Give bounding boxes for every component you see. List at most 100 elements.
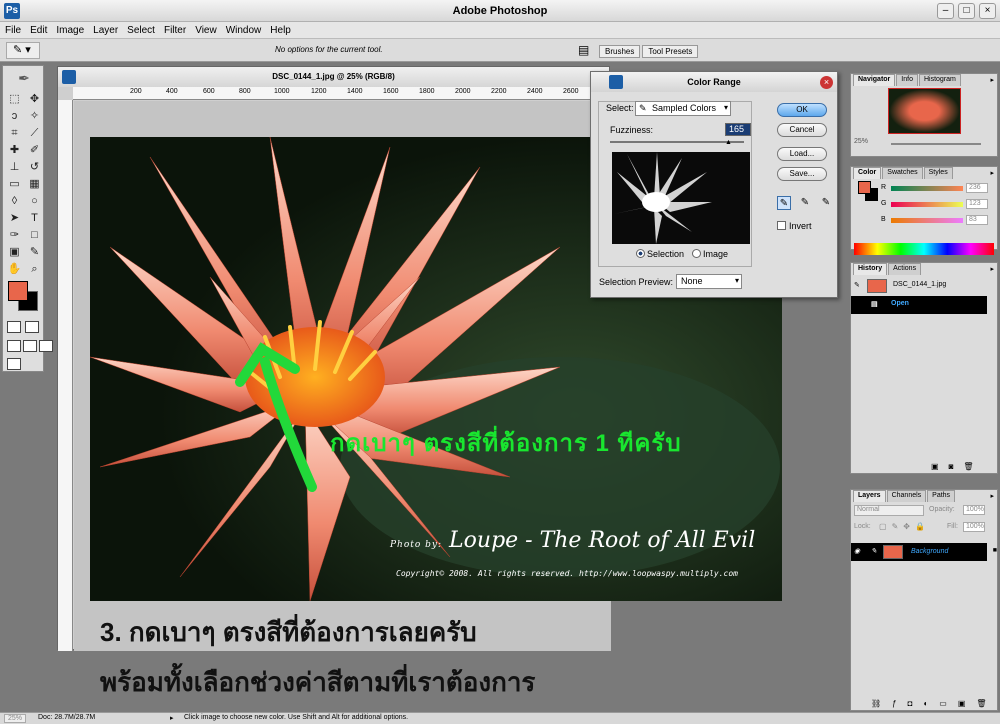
slice-tool-icon[interactable]: ⟋ xyxy=(26,126,43,140)
fuzziness-slider[interactable] xyxy=(610,141,744,143)
invert-checkbox[interactable]: Invert xyxy=(777,221,812,231)
channel-b-value[interactable]: 83 xyxy=(966,215,988,225)
menu-window[interactable]: Window xyxy=(226,25,262,36)
lock-transparent-icon[interactable]: ▢ xyxy=(879,522,887,531)
healing-brush-icon[interactable]: ✚ xyxy=(6,143,23,157)
standard-mode-icon[interactable] xyxy=(7,321,21,333)
notes-tool-icon[interactable]: ▣ xyxy=(6,245,23,259)
eyedropper-icon[interactable]: ✎ xyxy=(777,196,791,210)
tab-history[interactable]: History xyxy=(853,263,888,275)
selection-radio[interactable]: Selection xyxy=(636,249,684,259)
tab-channels[interactable]: Channels xyxy=(886,490,927,502)
channel-g-value[interactable]: 123 xyxy=(966,199,988,209)
menu-image[interactable]: Image xyxy=(56,25,84,36)
close-button[interactable]: × xyxy=(979,3,996,19)
new-layer-icon[interactable]: ▣ xyxy=(958,699,966,708)
crop-tool-icon[interactable]: ⌗ xyxy=(6,126,23,140)
blur-tool-icon[interactable]: ◊ xyxy=(6,194,23,208)
magic-wand-icon[interactable]: ✧ xyxy=(26,109,43,123)
screen-mode-full-icon[interactable] xyxy=(39,340,53,352)
tab-swatches[interactable]: Swatches xyxy=(882,167,923,179)
lasso-tool-icon[interactable]: ↄ xyxy=(6,109,23,123)
dodge-tool-icon[interactable]: ○ xyxy=(26,194,43,208)
tab-histogram[interactable]: Histogram xyxy=(918,74,961,86)
navigator-zoom-slider[interactable] xyxy=(891,143,981,145)
lock-position-icon[interactable]: ✥ xyxy=(903,522,910,531)
history-brush-icon[interactable]: ↺ xyxy=(26,160,43,174)
status-zoom[interactable]: 25% xyxy=(4,714,27,723)
menu-layer[interactable]: Layer xyxy=(93,25,118,36)
lock-all-icon[interactable]: 🔒 xyxy=(915,522,925,531)
layer-row[interactable]: ◉ ✎ Background ■ xyxy=(851,543,997,561)
dialog-title-bar[interactable]: Color Range × xyxy=(591,72,837,92)
quick-mask-mode-icon[interactable] xyxy=(25,321,39,333)
eyedropper-minus-icon[interactable]: ✎ xyxy=(819,196,833,210)
channel-b-slider[interactable] xyxy=(891,218,963,223)
dialog-close-icon[interactable]: × xyxy=(820,76,833,89)
delete-layer-icon[interactable]: 🗑 xyxy=(976,699,986,708)
channel-g-slider[interactable] xyxy=(891,202,963,207)
blend-mode-dropdown[interactable]: Normal xyxy=(854,505,924,516)
menu-edit[interactable]: Edit xyxy=(30,25,47,36)
tab-info[interactable]: Info xyxy=(896,74,918,86)
screen-mode-menu-icon[interactable] xyxy=(23,340,37,352)
history-snapshot-row[interactable]: ✎ DSC_0144_1.jpg xyxy=(851,277,997,295)
path-select-icon[interactable]: ➤ xyxy=(6,211,23,225)
color-spectrum-bar[interactable] xyxy=(854,243,994,255)
channel-r-slider[interactable] xyxy=(891,186,963,191)
eyedropper-tool-icon[interactable]: ✎ xyxy=(26,245,43,259)
select-dropdown[interactable]: ✎ Sampled Colors ▾ xyxy=(635,101,731,116)
cancel-button[interactable]: Cancel xyxy=(777,123,827,137)
pen-tool-icon[interactable]: ✑ xyxy=(6,228,23,242)
brush-tool-icon[interactable]: ✐ xyxy=(26,143,43,157)
ok-button[interactable]: OK xyxy=(777,103,827,117)
tool-preset-picker[interactable]: ✎ ▾ xyxy=(6,42,40,59)
fill-input[interactable]: 100% xyxy=(963,522,985,532)
panel-menu-icon[interactable]: ▸ xyxy=(990,265,994,273)
status-doc-size[interactable]: Doc: 28.7M/28.7M xyxy=(38,714,95,721)
panel-menu-icon[interactable]: ▸ xyxy=(990,492,994,500)
lock-image-icon[interactable]: ✎ xyxy=(892,522,899,531)
move-tool-icon[interactable]: ✥ xyxy=(26,92,43,106)
hand-tool-icon[interactable]: ✋ xyxy=(6,262,23,276)
horizontal-ruler[interactable]: 200 400 600 800 1000 1200 1400 1600 1800… xyxy=(73,87,611,100)
feather-icon[interactable]: ✒ xyxy=(7,70,41,88)
tab-paths[interactable]: Paths xyxy=(927,490,956,502)
layer-mask-icon[interactable]: ◘ xyxy=(908,699,913,708)
palette-well-icon[interactable]: ▤ xyxy=(578,43,596,58)
type-tool-icon[interactable]: T xyxy=(26,211,43,225)
channel-r-value[interactable]: 236 xyxy=(966,183,988,193)
opacity-input[interactable]: 100% xyxy=(963,505,985,515)
menu-select[interactable]: Select xyxy=(127,25,155,36)
document-title-bar[interactable]: DSC_0144_1.jpg @ 25% (RGB/8) xyxy=(58,67,609,87)
eyedropper-plus-icon[interactable]: ✎ xyxy=(798,196,812,210)
eye-icon[interactable]: ◉ xyxy=(854,547,860,555)
tab-color[interactable]: Color xyxy=(853,167,882,179)
adjustment-layer-icon[interactable]: ◐ xyxy=(923,699,928,708)
marquee-tool-icon[interactable]: ⬚ xyxy=(6,92,23,106)
tab-brushes[interactable]: Brushes xyxy=(599,45,641,58)
image-radio[interactable]: Image xyxy=(692,249,728,259)
fuzziness-slider-handle[interactable]: ▲ xyxy=(725,139,732,146)
tab-styles[interactable]: Styles xyxy=(923,167,953,179)
gradient-tool-icon[interactable]: ▦ xyxy=(26,177,43,191)
link-layers-icon[interactable]: ⛓ xyxy=(871,699,881,708)
save-button[interactable]: Save... xyxy=(777,167,827,181)
clone-stamp-icon[interactable]: ⊥ xyxy=(6,160,23,174)
vertical-ruler[interactable] xyxy=(58,100,73,651)
navigator-zoom[interactable]: 25% xyxy=(854,138,868,145)
selection-preview-image[interactable] xyxy=(612,152,750,244)
tab-navigator[interactable]: Navigator xyxy=(853,74,896,86)
history-brush-source-icon[interactable]: ✎ xyxy=(854,281,860,289)
panel-menu-icon[interactable]: ▸ xyxy=(990,169,994,177)
menu-filter[interactable]: Filter xyxy=(164,25,186,36)
jump-to-imageready-icon[interactable] xyxy=(7,358,21,370)
tab-actions[interactable]: Actions xyxy=(888,263,922,275)
history-state-row[interactable]: ▤ Open xyxy=(851,296,987,314)
fuzziness-input[interactable]: 165 xyxy=(725,123,751,136)
load-button[interactable]: Load... xyxy=(777,147,827,161)
foreground-color-swatch[interactable] xyxy=(8,281,28,301)
menu-file[interactable]: File xyxy=(5,25,21,36)
menu-view[interactable]: View xyxy=(195,25,217,36)
tab-tool-presets[interactable]: Tool Presets xyxy=(642,45,699,58)
